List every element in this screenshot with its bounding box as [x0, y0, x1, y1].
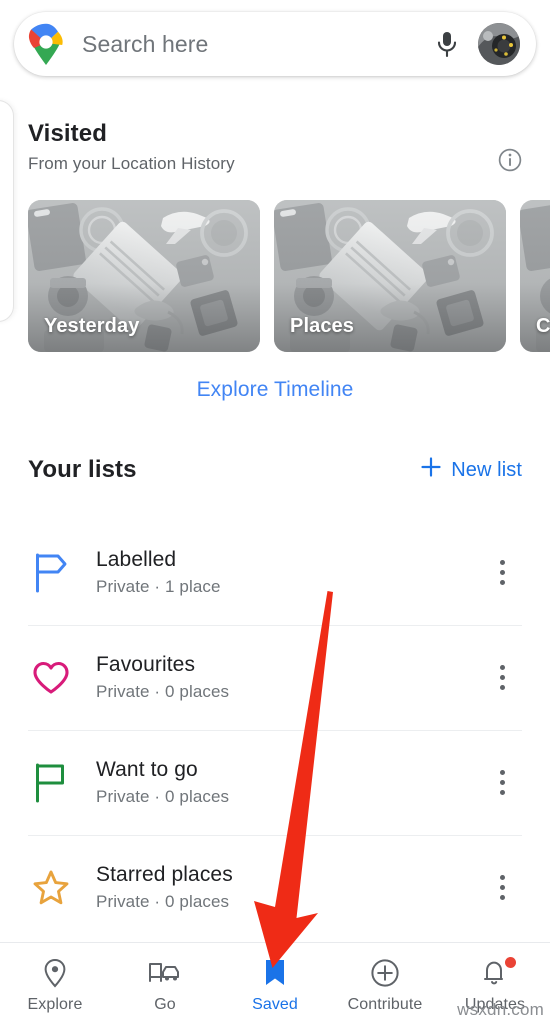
list-item-name: Want to go	[96, 758, 198, 781]
visited-card[interactable]: Yesterday	[28, 200, 260, 352]
star-icon	[28, 869, 74, 907]
visited-card-label: Yesterday	[44, 315, 140, 337]
google-maps-saved-screen: Visited From your Location History	[0, 0, 550, 1024]
new-list-button[interactable]: New list	[420, 456, 522, 484]
left-panel-edge	[0, 100, 14, 322]
visited-card[interactable]: C	[520, 200, 550, 352]
visited-title: Visited	[28, 120, 107, 147]
new-list-label: New list	[451, 458, 522, 481]
list-item-name: Favourites	[96, 653, 196, 676]
list-item-meta: Private · 0 places	[96, 682, 230, 701]
visited-subtitle: From your Location History	[28, 154, 235, 173]
visited-section-header: Visited From your Location History	[28, 120, 522, 174]
nav-label-go: Go	[154, 995, 176, 1013]
heart-icon	[28, 661, 74, 695]
list-item[interactable]: Starred places Private · 0 places	[0, 835, 550, 940]
nav-item-explore[interactable]: Explore	[0, 943, 110, 1024]
commute-icon	[148, 958, 182, 988]
flag-tag-icon	[28, 553, 74, 593]
explore-timeline-link[interactable]: Explore Timeline	[0, 378, 550, 402]
visited-cards-carousel[interactable]: Yesterday Places C	[28, 200, 550, 352]
watermark: wsxdn.com	[457, 1000, 544, 1019]
more-vertical-icon[interactable]	[482, 551, 522, 595]
search-bar-container	[14, 12, 536, 76]
bell-icon	[481, 956, 516, 988]
nav-item-saved[interactable]: Saved	[220, 943, 330, 1024]
visited-card-label: Places	[290, 315, 354, 337]
list-item-text: Starred places Private · 0 places	[74, 863, 482, 912]
list-item[interactable]: Want to go Private · 0 places	[0, 730, 550, 835]
list-item-meta: Private · 0 places	[96, 892, 230, 911]
info-icon[interactable]	[496, 146, 524, 174]
list-item-text: Labelled Private · 1 place	[74, 548, 482, 597]
list-item[interactable]: Labelled Private · 1 place	[0, 520, 550, 625]
flag-icon	[28, 763, 74, 803]
list-item[interactable]: Favourites Private · 0 places	[0, 625, 550, 730]
list-item-meta: Private · 1 place	[96, 577, 221, 596]
visited-card-label: C	[536, 315, 550, 337]
list-item-text: Favourites Private · 0 places	[74, 653, 482, 702]
nav-label-saved: Saved	[252, 995, 298, 1013]
search-input[interactable]	[64, 30, 428, 58]
location-pin-icon	[42, 958, 68, 988]
plus-icon	[420, 456, 442, 484]
your-lists-header: Your lists New list	[28, 456, 522, 484]
your-lists-container: Labelled Private · 1 place Favourites Pr…	[0, 520, 550, 940]
list-item-name: Starred places	[96, 863, 233, 886]
more-vertical-icon[interactable]	[482, 761, 522, 805]
more-vertical-icon[interactable]	[482, 866, 522, 910]
visited-card[interactable]: Places	[274, 200, 506, 352]
list-item-meta: Private · 0 places	[96, 787, 230, 806]
nav-label-explore: Explore	[27, 995, 83, 1013]
nav-item-go[interactable]: Go	[110, 943, 220, 1024]
updates-badge-dot	[505, 956, 516, 968]
list-item-name: Labelled	[96, 548, 177, 571]
list-item-text: Want to go Private · 0 places	[74, 758, 482, 807]
microphone-icon[interactable]	[428, 25, 466, 63]
your-lists-title: Your lists	[28, 456, 137, 483]
user-avatar[interactable]	[478, 23, 520, 65]
nav-item-contribute[interactable]: Contribute	[330, 943, 440, 1024]
google-maps-pin-icon	[28, 23, 64, 65]
bookmark-icon	[262, 958, 288, 988]
more-vertical-icon[interactable]	[482, 656, 522, 700]
plus-circle-icon	[370, 958, 400, 988]
search-bar[interactable]	[14, 12, 536, 76]
nav-label-contribute: Contribute	[347, 995, 423, 1013]
